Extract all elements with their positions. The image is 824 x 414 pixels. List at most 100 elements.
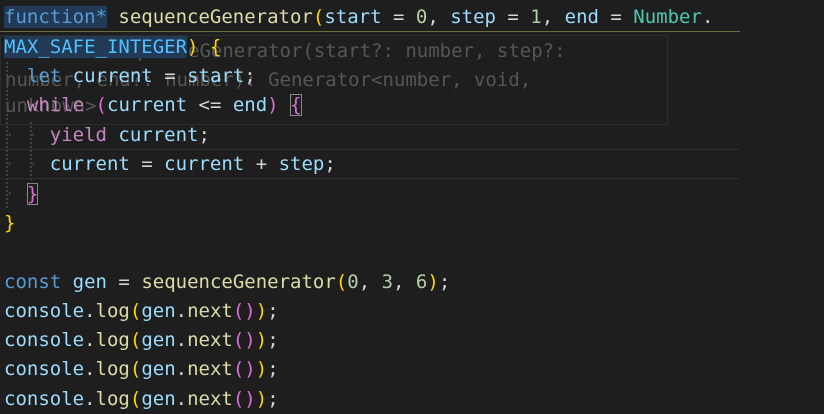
code-line-7[interactable]: } [4,179,39,209]
var-gen: gen [72,271,107,293]
var-current: current [72,65,153,87]
operator: <= [187,94,233,116]
param-start: start [324,6,382,28]
operator: = [598,6,634,28]
dot: . [84,358,96,380]
log-method: log [95,329,130,351]
code-line-5[interactable]: yield current; [4,120,210,150]
dot: . [175,300,188,322]
var-start: start [187,65,245,87]
next-method: next [187,329,233,351]
semicolon: ; [324,153,336,175]
paren-open: ( [129,388,142,410]
paren-open: ( [95,94,107,116]
semicolon: ; [267,300,279,322]
param-step: step [450,6,496,28]
var-gen: gen [141,388,176,410]
operator: = [106,271,142,293]
dot: . [701,6,714,28]
dot: . [84,388,96,410]
comma: , [427,6,451,28]
number-object: Number [633,6,702,28]
paren-open: ( [129,300,142,322]
code-line-14[interactable]: console.log(gen.next()); [4,384,279,414]
semicolon: ; [267,329,279,351]
console-object: console [4,300,85,322]
default-step: 1 [530,6,542,28]
dot: . [84,300,96,322]
arg-1: 0 [347,271,359,293]
paren-close: ) [255,300,268,322]
dot: . [175,388,188,410]
log-method: log [95,358,130,380]
brace-open: { [198,36,222,58]
paren-close: ) [187,36,199,58]
log-method: log [95,300,130,322]
var-gen: gen [141,358,176,380]
code-line-3[interactable]: let current = start; [4,61,256,91]
keyword-while: while [26,94,85,116]
paren-close: ) [427,271,439,293]
call-parens: () [232,388,256,410]
code-editor[interactable]: function* sequenceGenerator(start = 0, s… [0,0,824,414]
console-object: console [4,329,85,351]
paren-close: ) [267,94,279,116]
code-line-12[interactable]: console.log(gen.next()); [4,325,279,355]
semicolon: ; [198,124,210,146]
var-current: current [118,124,199,146]
brace-close: } [4,212,16,234]
operator: = [129,153,165,175]
semicolon: ; [267,388,279,410]
function-name: sequenceGenerator [118,6,313,28]
code-line-10[interactable]: const gen = sequenceGenerator(0, 3, 6); [4,267,450,297]
var-current: current [164,153,245,175]
code-line-8[interactable]: } [4,208,15,238]
paren-open: ( [129,329,142,351]
comma: , [358,271,382,293]
keyword-yield: yield [49,124,107,146]
param-end: end [564,6,599,28]
paren-open: ( [335,271,348,293]
code-line-1[interactable]: function* sequenceGenerator(start = 0, s… [4,2,713,32]
var-gen: gen [141,329,176,351]
paren-open: ( [312,6,325,28]
brace-open-matched: { [290,94,302,116]
dot: . [175,329,188,351]
paren-close: ) [255,388,268,410]
paren-open: ( [129,358,142,380]
var-step: step [278,153,325,175]
code-line-13[interactable]: console.log(gen.next()); [4,354,279,384]
arg-3: 6 [415,271,428,293]
operator: = [495,6,531,28]
dot: . [175,358,188,380]
next-method: next [187,388,233,410]
operator: = [381,6,416,28]
next-method: next [187,358,233,380]
var-current: current [107,94,188,116]
code-line-11[interactable]: console.log(gen.next()); [4,296,279,326]
console-object: console [4,388,85,410]
console-object: console [4,358,85,380]
var-gen: gen [141,300,176,322]
brace-close-matched: } [26,183,39,205]
log-method: log [95,388,130,410]
call-parens: () [232,358,256,380]
semicolon: ; [438,271,451,293]
comma: , [393,271,416,293]
call-parens: () [232,329,256,351]
semicolon: ; [244,65,256,87]
var-end: end [232,94,268,116]
operator: = [152,65,188,87]
dot: . [84,329,96,351]
max-safe-integer: MAX_SAFE_INTEGER [4,36,188,58]
operator: + [244,153,279,175]
arg-2: 3 [381,271,394,293]
var-current: current [49,153,130,175]
paren-close: ) [255,358,268,380]
paren-close: ) [255,329,268,351]
next-method: next [187,300,233,322]
code-line-4[interactable]: while (current <= end) { [4,90,302,120]
keyword-const: const [4,271,62,293]
code-line-6[interactable]: current = current + step; [4,149,336,179]
code-line-2[interactable]: MAX_SAFE_INTEGER) { [4,32,221,62]
